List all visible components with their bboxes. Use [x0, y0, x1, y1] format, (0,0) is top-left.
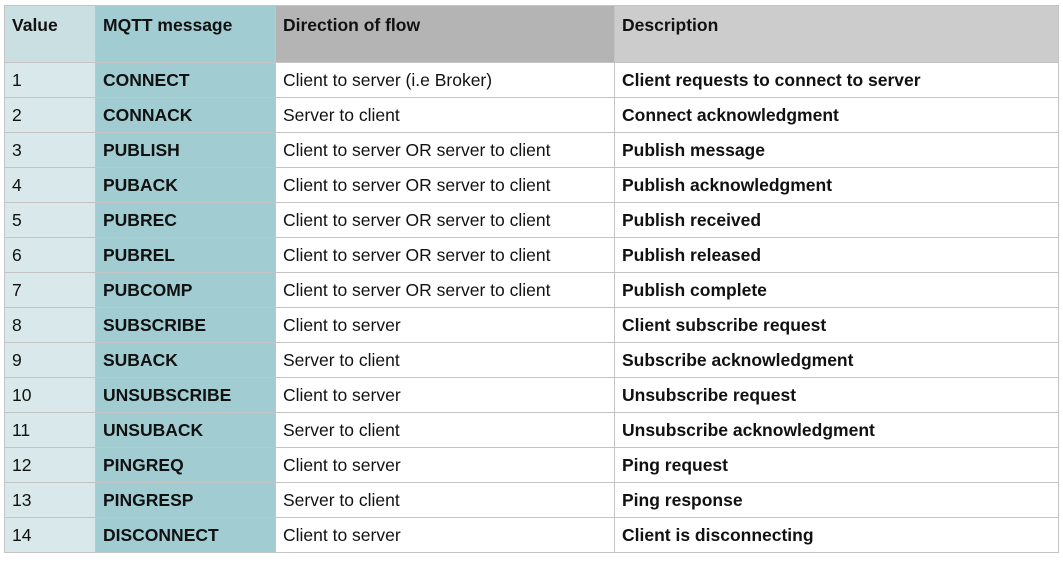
- cell-description: Client subscribe request: [614, 307, 1059, 343]
- cell-direction: Server to client: [275, 482, 615, 518]
- cell-mqtt-message: PUBACK: [95, 167, 276, 203]
- cell-description: Ping response: [614, 482, 1059, 518]
- cell-value: 13: [4, 482, 96, 518]
- cell-value: 4: [4, 167, 96, 203]
- cell-mqtt-message: SUBSCRIBE: [95, 307, 276, 343]
- cell-value: 10: [4, 377, 96, 413]
- header-value: Value: [4, 5, 96, 63]
- cell-value: 9: [4, 342, 96, 378]
- cell-value: 3: [4, 132, 96, 168]
- cell-description: Publish message: [614, 132, 1059, 168]
- table-row: 6 PUBREL Client to server OR server to cli…: [4, 237, 1059, 273]
- table-row: 11 UNSUBACK Server to client Unsubscribe ac…: [4, 412, 1059, 448]
- table-body: 1 CONNECT Client to server (i.e Broker) Cli…: [4, 62, 1059, 553]
- cell-description: Publish released: [614, 237, 1059, 273]
- header-direction-of-flow: Direction of flow: [275, 5, 615, 63]
- cell-direction: Client to server OR server to client: [275, 202, 615, 238]
- table-row: 13 PINGRESP Server to client Ping response: [4, 482, 1059, 518]
- cell-description: Client is disconnecting: [614, 517, 1059, 553]
- table-row: 7 PUBCOMP Client to server OR server to cl…: [4, 272, 1059, 308]
- cell-mqtt-message: PINGRESP: [95, 482, 276, 518]
- cell-description: Publish received: [614, 202, 1059, 238]
- cell-mqtt-message: PUBREL: [95, 237, 276, 273]
- cell-direction: Client to server OR server to client: [275, 167, 615, 203]
- cell-value: 2: [4, 97, 96, 133]
- cell-description: Unsubscribe request: [614, 377, 1059, 413]
- cell-mqtt-message: CONNECT: [95, 62, 276, 98]
- cell-value: 1: [4, 62, 96, 98]
- cell-mqtt-message: CONNACK: [95, 97, 276, 133]
- cell-value: 5: [4, 202, 96, 238]
- cell-value: 12: [4, 447, 96, 483]
- cell-mqtt-message: PUBLISH: [95, 132, 276, 168]
- cell-mqtt-message: PUBREC: [95, 202, 276, 238]
- cell-mqtt-message: UNSUBSCRIBE: [95, 377, 276, 413]
- table-row: 4 PUBACK Client to server OR server to cli…: [4, 167, 1059, 203]
- cell-direction: Client to server: [275, 447, 615, 483]
- cell-description: Publish complete: [614, 272, 1059, 308]
- mqtt-message-table: Value MQTT message Direction of flow Des…: [4, 5, 1059, 553]
- cell-direction: Server to client: [275, 342, 615, 378]
- header-row: Value MQTT message Direction of flow Des…: [4, 5, 1059, 63]
- cell-description: Publish acknowledgment: [614, 167, 1059, 203]
- cell-value: 7: [4, 272, 96, 308]
- cell-value: 6: [4, 237, 96, 273]
- cell-mqtt-message: DISCONNECT: [95, 517, 276, 553]
- header-mqtt-message: MQTT message: [95, 5, 276, 63]
- table-row: 14 DISCONNECT Client to server Client is di…: [4, 517, 1059, 553]
- table-row: 2 CONNACK Server to client Connect acknowle…: [4, 97, 1059, 133]
- table-row: 8 SUBSCRIBE Client to server Client subscri…: [4, 307, 1059, 343]
- header-description: Description: [614, 5, 1059, 63]
- cell-value: 11: [4, 412, 96, 448]
- cell-direction: Client to server: [275, 307, 615, 343]
- cell-description: Client requests to connect to server: [614, 62, 1059, 98]
- cell-description: Unsubscribe acknowledgment: [614, 412, 1059, 448]
- table-row: 12 PINGREQ Client to server Ping request: [4, 447, 1059, 483]
- cell-direction: Client to server: [275, 377, 615, 413]
- table-row: 5 PUBREC Client to server OR server to cli…: [4, 202, 1059, 238]
- cell-description: Subscribe acknowledgment: [614, 342, 1059, 378]
- table-row: 3 PUBLISH Client to server OR server to cl…: [4, 132, 1059, 168]
- table-row: 10 UNSUBSCRIBE Client to server Unsubscribe…: [4, 377, 1059, 413]
- cell-description: Ping request: [614, 447, 1059, 483]
- cell-mqtt-message: PUBCOMP: [95, 272, 276, 308]
- cell-mqtt-message: UNSUBACK: [95, 412, 276, 448]
- cell-direction: Server to client: [275, 412, 615, 448]
- cell-value: 14: [4, 517, 96, 553]
- cell-direction: Client to server OR server to client: [275, 272, 615, 308]
- cell-description: Connect acknowledgment: [614, 97, 1059, 133]
- cell-direction: Server to client: [275, 97, 615, 133]
- table-header: Value MQTT message Direction of flow Des…: [4, 5, 1059, 63]
- table-row: 1 CONNECT Client to server (i.e Broker) Cli…: [4, 62, 1059, 98]
- table-row: 9 SUBACK Server to client Subscribe acknowl…: [4, 342, 1059, 378]
- mqtt-message-table-container: Value MQTT message Direction of flow Des…: [4, 5, 1059, 553]
- cell-mqtt-message: SUBACK: [95, 342, 276, 378]
- cell-mqtt-message: PINGREQ: [95, 447, 276, 483]
- cell-value: 8: [4, 307, 96, 343]
- cell-direction: Client to server: [275, 517, 615, 553]
- cell-direction: Client to server OR server to client: [275, 132, 615, 168]
- cell-direction: Client to server OR server to client: [275, 237, 615, 273]
- cell-direction: Client to server (i.e Broker): [275, 62, 615, 98]
